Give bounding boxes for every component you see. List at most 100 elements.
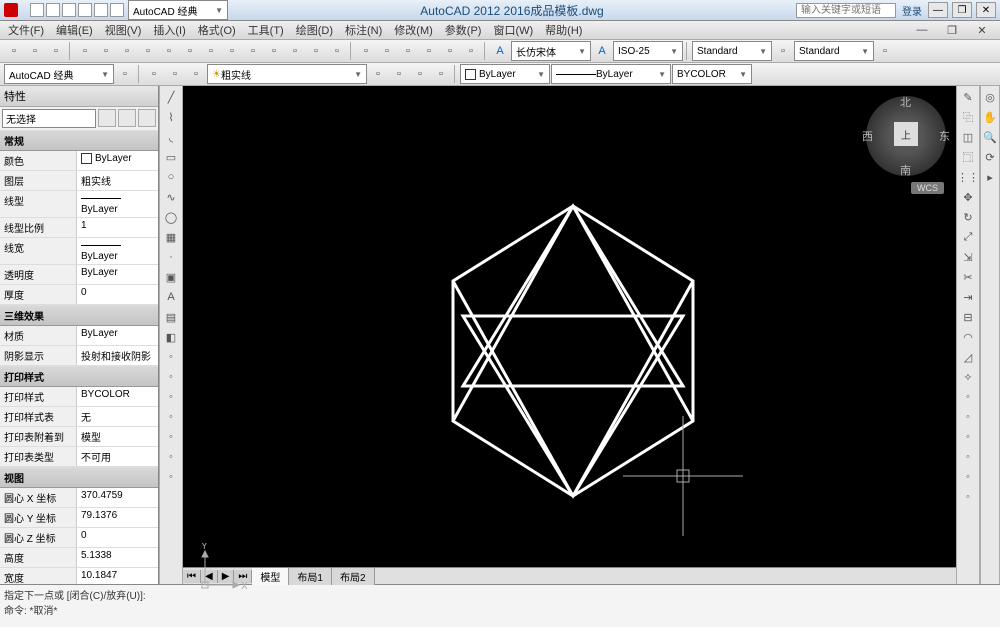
section-header[interactable]: 视图	[0, 467, 158, 488]
qat-print-icon[interactable]	[78, 3, 92, 17]
new-icon[interactable]: ▫	[4, 41, 24, 61]
qat-undo-icon[interactable]	[94, 3, 108, 17]
tool-icon[interactable]: ▫	[138, 41, 158, 61]
tool-icon[interactable]: ▫	[222, 41, 242, 61]
property-value[interactable]: 370.4759	[77, 488, 158, 507]
tool-icon[interactable]: ▫	[410, 64, 430, 84]
tool-icon[interactable]: ▫	[115, 64, 135, 84]
property-value[interactable]: 不可用	[77, 447, 158, 466]
drawing-area[interactable]: 北 南 东 西 上 WCS X	[183, 86, 956, 584]
property-row[interactable]: 打印样式BYCOLOR	[0, 387, 158, 407]
hatch-icon[interactable]: ▦	[162, 228, 180, 246]
menu-help[interactable]: 帮助(H)	[541, 21, 586, 39]
property-row[interactable]: 打印表附着到模型	[0, 427, 158, 447]
block-icon[interactable]: ▣	[162, 268, 180, 286]
tool-icon[interactable]: ▫	[306, 41, 326, 61]
property-row[interactable]: 厚度0	[0, 285, 158, 305]
property-row[interactable]: 颜色ByLayer	[0, 151, 158, 171]
minimize-button[interactable]: —	[928, 2, 948, 18]
quick-access[interactable]	[30, 3, 124, 17]
color-dropdown[interactable]: ByLayer▼	[460, 64, 550, 84]
tool-icon[interactable]: ▫	[398, 41, 418, 61]
property-row[interactable]: 圆心 Y 坐标79.1376	[0, 508, 158, 528]
section-header[interactable]: 常规	[0, 130, 158, 151]
tool-icon[interactable]: ◦	[162, 348, 180, 366]
tool-icon[interactable]: ▫	[440, 41, 460, 61]
property-row[interactable]: 线型ByLayer	[0, 191, 158, 218]
tool-icon[interactable]: ▫	[180, 41, 200, 61]
maximize-button[interactable]: ❐	[952, 2, 972, 18]
property-row[interactable]: 高度5.1338	[0, 548, 158, 568]
ellipse-icon[interactable]: ◯	[162, 208, 180, 226]
property-value[interactable]: 79.1376	[77, 508, 158, 527]
tab-model[interactable]: 模型	[252, 568, 289, 585]
tab-layout2[interactable]: 布局2	[332, 568, 375, 585]
tool-icon[interactable]: ▫	[327, 41, 347, 61]
dimstyle-dropdown[interactable]: ISO-25▼	[613, 41, 683, 61]
menu-file[interactable]: 文件(F)	[4, 21, 48, 39]
tool-icon[interactable]: ▫	[186, 64, 206, 84]
workspace2-dropdown[interactable]: AutoCAD 经典▼	[4, 64, 114, 84]
property-row[interactable]: 材质ByLayer	[0, 326, 158, 346]
qat-redo-icon[interactable]	[110, 3, 124, 17]
pickadd-icon[interactable]	[138, 109, 156, 127]
polyline-icon[interactable]: ⌇	[162, 108, 180, 126]
tool-icon[interactable]: ▫	[377, 41, 397, 61]
tool-icon[interactable]: ▫	[264, 41, 284, 61]
save-icon[interactable]: ▫	[46, 41, 66, 61]
tool-icon[interactable]: ▫	[285, 41, 305, 61]
plotstyle-dropdown[interactable]: BYCOLOR▼	[672, 64, 752, 84]
layer-dropdown[interactable]: ☀ 粗实线▼	[207, 64, 367, 84]
menu-window[interactable]: 窗口(W)	[489, 21, 537, 39]
menu-dim[interactable]: 标注(N)	[341, 21, 386, 39]
doc-max-icon[interactable]: ❐	[938, 19, 966, 41]
help-search-input[interactable]	[796, 3, 896, 18]
text-a-icon[interactable]: A	[592, 41, 612, 61]
command-line[interactable]: 指定下一点或 [闭合(C)/放弃(U)]: 命令: *取消*	[0, 584, 1000, 627]
tool-icon[interactable]: ▫	[356, 41, 376, 61]
linetype-dropdown[interactable]: ByLayer▼	[551, 64, 671, 84]
login-link[interactable]: 登录	[902, 3, 922, 18]
property-value[interactable]: 10.1847	[77, 568, 158, 584]
property-value[interactable]: ByLayer	[77, 326, 158, 345]
workspace-selector[interactable]: AutoCAD 经典 ▼	[128, 0, 228, 20]
open-icon[interactable]: ▫	[25, 41, 45, 61]
property-row[interactable]: 宽度10.1847	[0, 568, 158, 584]
drawing-canvas[interactable]	[183, 86, 963, 546]
tool-icon[interactable]: ▫	[431, 64, 451, 84]
tool-icon[interactable]: ▫	[419, 41, 439, 61]
property-value[interactable]: BYCOLOR	[77, 387, 158, 406]
zoom-icon[interactable]: 🔍	[981, 128, 999, 146]
property-row[interactable]: 圆心 Z 坐标0	[0, 528, 158, 548]
property-value[interactable]: 0	[77, 528, 158, 547]
property-row[interactable]: 线宽ByLayer	[0, 238, 158, 265]
property-value[interactable]: 投射和接收阴影	[77, 346, 158, 365]
text-a-icon[interactable]: A	[490, 41, 510, 61]
region-icon[interactable]: ◧	[162, 328, 180, 346]
property-value[interactable]: 5.1338	[77, 548, 158, 567]
tab-layout1[interactable]: 布局1	[289, 568, 332, 585]
tool-icon[interactable]: ◦	[162, 468, 180, 486]
tool-icon[interactable]: ▫	[117, 41, 137, 61]
qat-new-icon[interactable]	[30, 3, 44, 17]
quick-select-icon[interactable]	[98, 109, 116, 127]
spline-icon[interactable]: ∿	[162, 188, 180, 206]
property-value[interactable]: ByLayer	[77, 238, 158, 264]
style2-dropdown[interactable]: Standard▼	[794, 41, 874, 61]
close-button[interactable]: ✕	[976, 2, 996, 18]
property-value[interactable]: ByLayer	[77, 191, 158, 217]
tool-icon[interactable]: ▫	[243, 41, 263, 61]
tool-icon[interactable]: ▫	[96, 41, 116, 61]
doc-close-icon[interactable]: ✕	[968, 19, 996, 41]
pan-icon[interactable]: ✋	[981, 108, 999, 126]
property-row[interactable]: 线型比例1	[0, 218, 158, 238]
circle-icon[interactable]: ○	[162, 168, 180, 186]
tool-icon[interactable]: ◦	[162, 428, 180, 446]
tool-icon[interactable]: ▫	[75, 41, 95, 61]
arc-icon[interactable]: ◟	[162, 128, 180, 146]
selection-dropdown[interactable]: 无选择	[2, 109, 96, 128]
tool-icon[interactable]: ▫	[368, 64, 388, 84]
property-value[interactable]: 模型	[77, 427, 158, 446]
menu-format[interactable]: 格式(O)	[194, 21, 240, 39]
tool-icon[interactable]: ▫	[159, 41, 179, 61]
